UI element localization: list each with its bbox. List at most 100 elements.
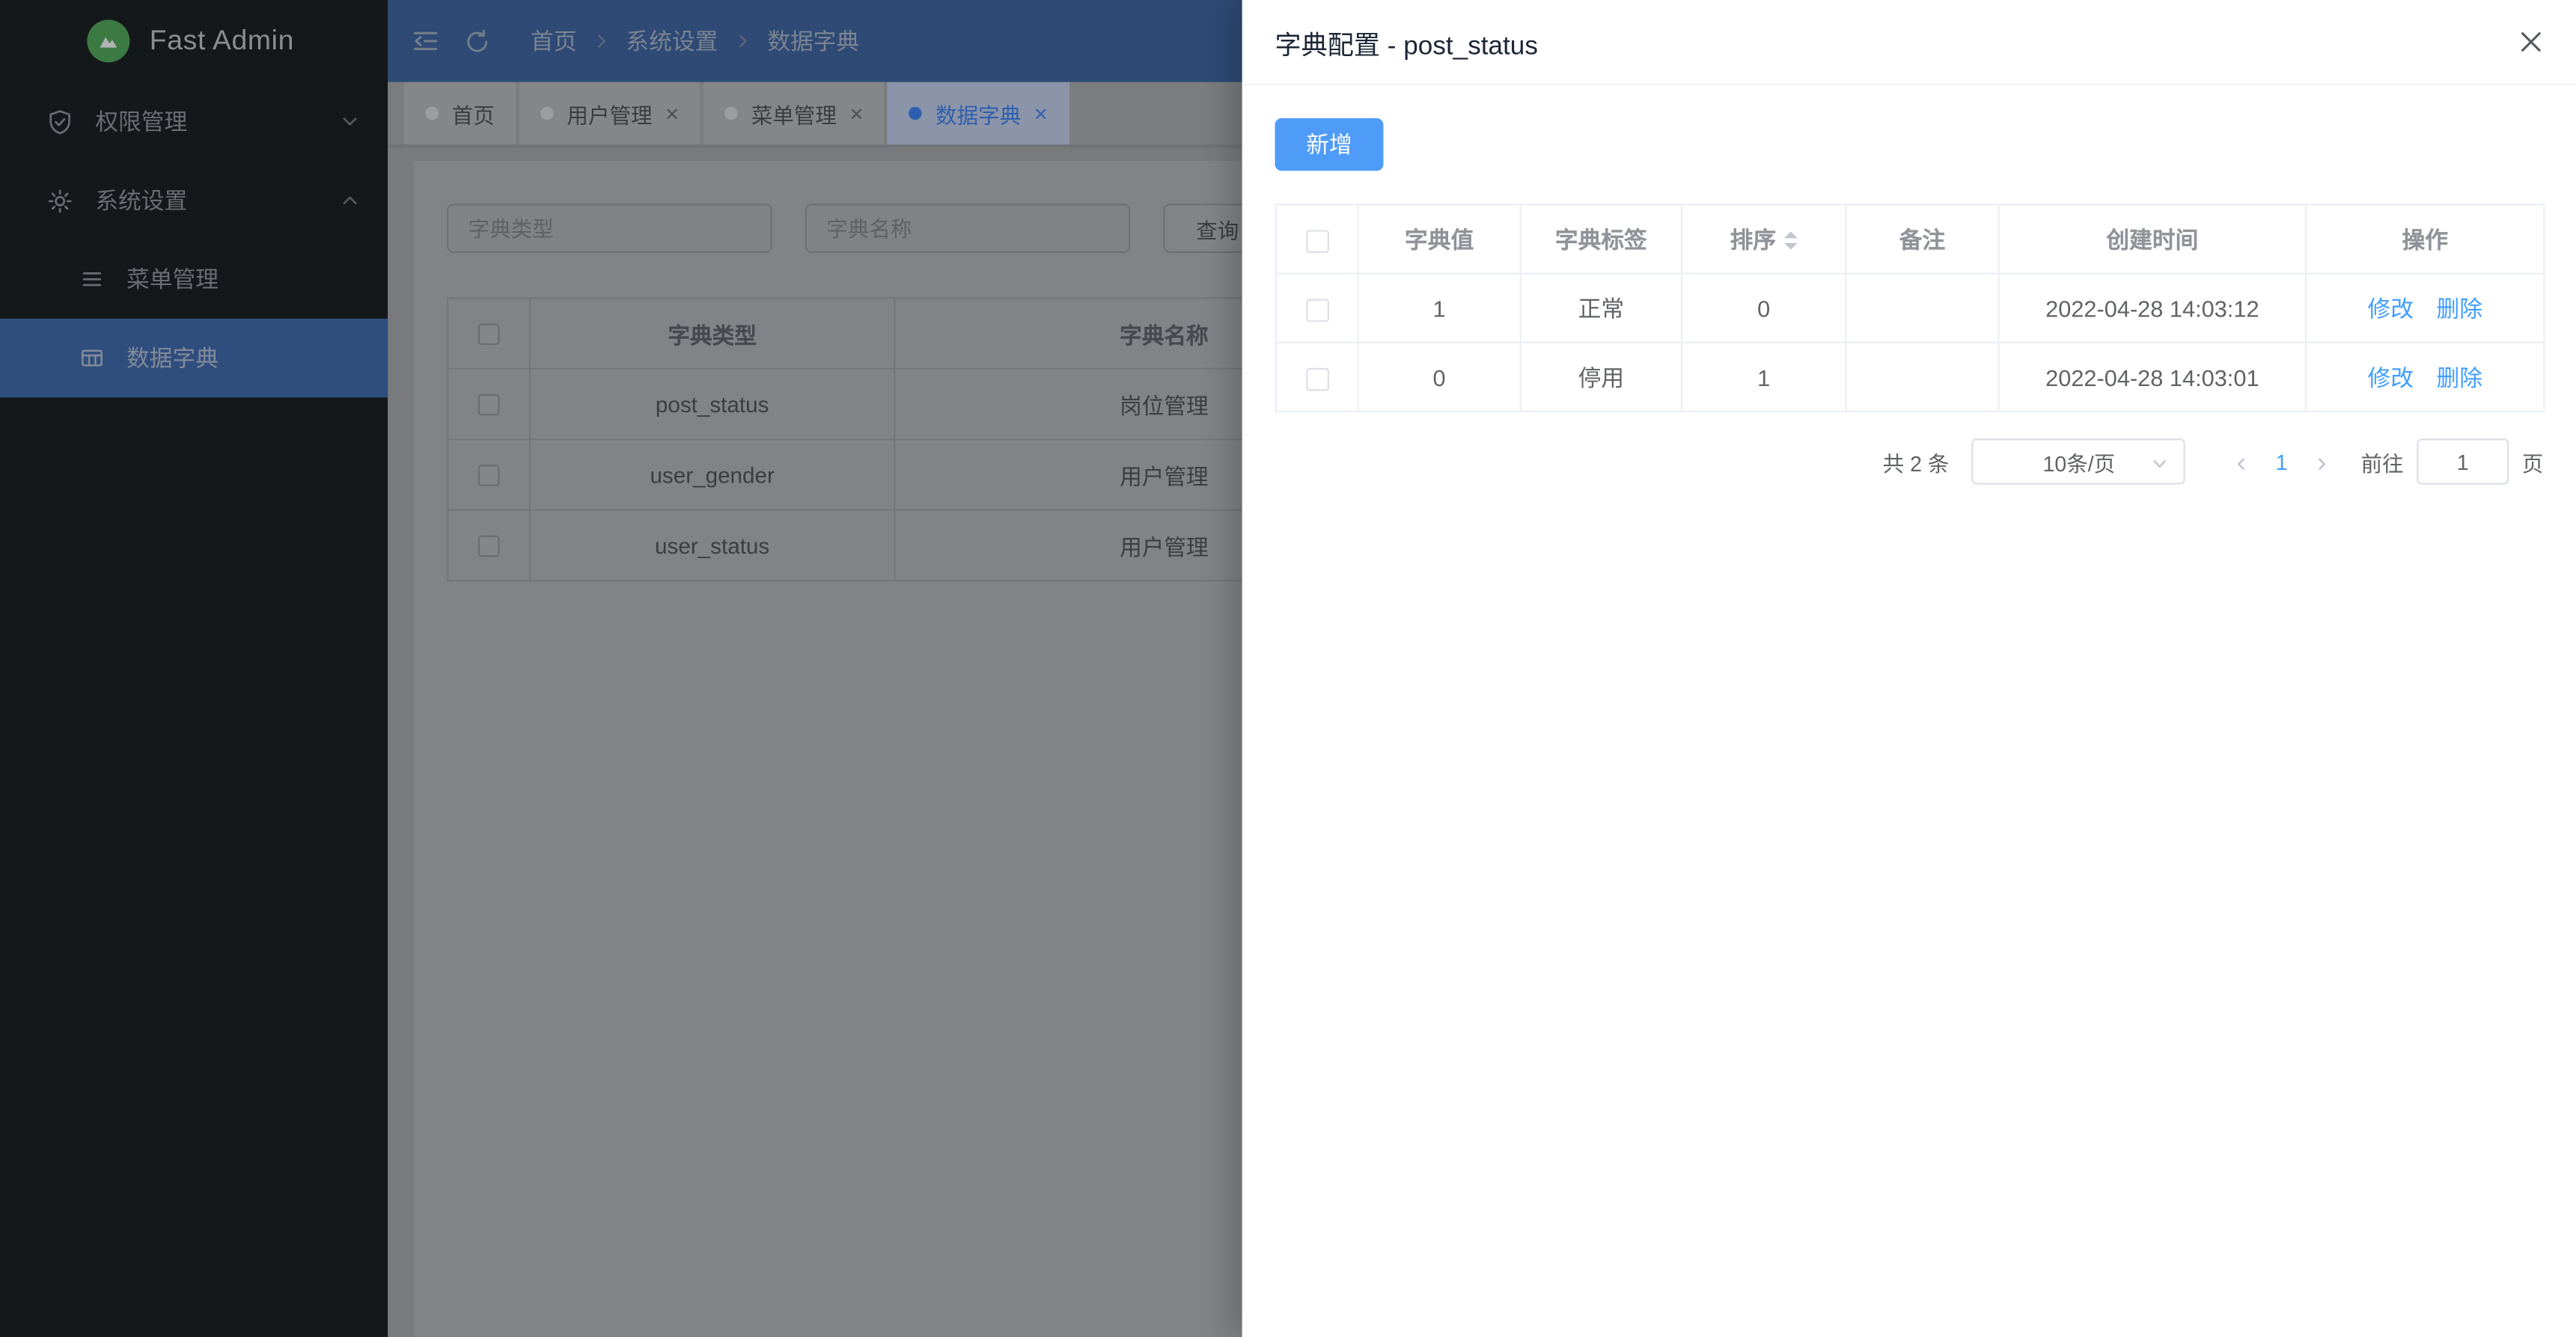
page: Fast Admin 权限管理 系统设置 菜单管理 数据字典 (0, 0, 2576, 1337)
column-header-sortable[interactable]: 排序 (1682, 204, 1846, 273)
sort-cell: 0 (1682, 274, 1846, 343)
dict-value-cell: 0 (1358, 343, 1520, 411)
tab-close-icon[interactable]: × (1034, 102, 1048, 125)
add-button[interactable]: 新增 (1275, 118, 1384, 171)
app-title: Fast Admin (150, 25, 294, 58)
sidebar: Fast Admin 权限管理 系统设置 菜单管理 数据字典 (0, 0, 388, 1337)
table-header-row: 字典值 字典标签 排序 备注 创建时间 操作 (1276, 204, 2545, 273)
remark-cell (1846, 274, 1998, 343)
row-checkbox[interactable] (478, 395, 500, 417)
column-header: 创建时间 (1999, 204, 2307, 273)
dict-type-cell: user_gender (530, 439, 894, 510)
dict-value-cell: 1 (1358, 274, 1520, 343)
pagination: 共 2 条 10条/页 ‹ 1 › 前往 页 (1275, 438, 2544, 484)
chevron-down-icon (2152, 455, 2170, 473)
refresh-icon (463, 27, 491, 55)
tab-menu-management[interactable]: 菜单管理 × (703, 82, 885, 144)
grid-icon (79, 345, 105, 371)
tab-home[interactable]: 首页 (404, 82, 516, 144)
page-size-select[interactable]: 10条/页 (1972, 438, 2185, 484)
select-all-checkbox[interactable] (478, 324, 500, 346)
sidebar-item-label: 系统设置 (95, 184, 338, 217)
dict-name-input[interactable] (805, 204, 1131, 253)
sidebar-item-label: 权限管理 (95, 105, 338, 138)
tab-close-icon[interactable]: × (665, 102, 679, 125)
row-checkbox[interactable] (1305, 367, 1328, 391)
tab-user-management[interactable]: 用户管理 × (519, 82, 701, 144)
row-checkbox[interactable] (478, 536, 500, 558)
actions-cell: 修改 删除 (2306, 343, 2544, 411)
drawer-close-button[interactable] (2518, 30, 2543, 55)
breadcrumb-item-home[interactable]: 首页 (531, 25, 576, 58)
edit-link[interactable]: 修改 (2368, 295, 2414, 321)
tab-data-dictionary[interactable]: 数据字典 × (888, 82, 1069, 144)
delete-link[interactable]: 删除 (2436, 295, 2482, 321)
breadcrumb-item-system-settings[interactable]: 系统设置 (626, 25, 718, 58)
page-number-current[interactable]: 1 (2261, 449, 2302, 474)
goto-page-input[interactable] (2417, 438, 2509, 484)
shield-check-icon (46, 108, 73, 135)
column-header: 字典标签 (1521, 204, 1682, 273)
list-icon (79, 266, 105, 293)
edit-link[interactable]: 修改 (2368, 364, 2414, 390)
chevron-down-icon (338, 110, 361, 133)
row-checkbox[interactable] (478, 465, 500, 487)
sort-cell: 1 (1682, 343, 1846, 411)
collapse-sidebar-icon (411, 26, 441, 56)
created-at-cell: 2022-04-28 14:03:12 (1999, 274, 2307, 343)
sidebar-item-label: 菜单管理 (126, 263, 361, 296)
sidebar-item-label: 数据字典 (126, 342, 361, 375)
table-row[interactable]: 0 停用 1 2022-04-28 14:03:01 修改 删除 (1276, 343, 2545, 411)
actions-cell: 修改 删除 (2306, 274, 2544, 343)
pagination-total: 共 2 条 (1883, 446, 1950, 477)
column-header: 字典值 (1358, 204, 1520, 273)
dict-label-cell: 停用 (1521, 343, 1682, 411)
row-checkbox[interactable] (1305, 299, 1328, 322)
dict-type-input[interactable] (447, 204, 772, 253)
dict-entries-table: 字典值 字典标签 排序 备注 创建时间 操作 1 正常 0 (1275, 204, 2545, 412)
tab-label: 菜单管理 (751, 98, 837, 129)
dict-config-drawer: 字典配置 - post_status 新增 字典值 字典标签 排序 备注 (1242, 0, 2576, 1337)
tab-dot-icon (909, 107, 923, 120)
close-icon (2518, 30, 2543, 55)
app-logo: Fast Admin (0, 0, 388, 82)
breadcrumb-item-data-dictionary: 数据字典 (767, 25, 859, 58)
gear-icon (46, 186, 73, 214)
select-all-checkbox[interactable] (1305, 230, 1328, 253)
tab-dot-icon (426, 107, 439, 120)
remark-cell (1846, 343, 1998, 411)
drawer-title: 字典配置 - post_status (1275, 22, 1538, 62)
breadcrumb: 首页 系统设置 数据字典 (531, 25, 859, 58)
chevron-right-icon (733, 31, 752, 51)
sort-carets-icon[interactable] (1784, 232, 1798, 250)
drawer-body: 新增 字典值 字典标签 排序 备注 创建时间 操作 (1242, 85, 2576, 517)
next-page-button[interactable]: › (2302, 447, 2341, 475)
table-row[interactable]: 1 正常 0 2022-04-28 14:03:12 修改 删除 (1276, 274, 2545, 343)
column-header: 字典类型 (530, 298, 894, 368)
page-unit-label: 页 (2522, 446, 2544, 477)
chevron-up-icon (338, 189, 361, 212)
collapse-sidebar-button[interactable] (411, 26, 441, 56)
goto-label: 前往 (2361, 446, 2404, 477)
dict-type-cell: user_status (530, 510, 894, 581)
prev-page-button[interactable]: ‹ (2222, 447, 2261, 475)
drawer-header: 字典配置 - post_status (1242, 0, 2576, 85)
column-header-label: 排序 (1730, 226, 1776, 252)
tab-close-icon[interactable]: × (849, 102, 863, 125)
column-header: 备注 (1846, 204, 1998, 273)
refresh-button[interactable] (463, 27, 491, 55)
sidebar-item-system-settings[interactable]: 系统设置 (0, 161, 388, 239)
delete-link[interactable]: 删除 (2436, 364, 2482, 390)
tab-label: 用户管理 (567, 98, 652, 129)
tab-dot-icon (725, 107, 739, 120)
sidebar-item-data-dictionary[interactable]: 数据字典 (0, 319, 388, 397)
created-at-cell: 2022-04-28 14:03:01 (1999, 343, 2307, 411)
sidebar-item-permission[interactable]: 权限管理 (0, 82, 388, 161)
sidebar-item-menu-management[interactable]: 菜单管理 (0, 240, 388, 319)
chevron-right-icon (591, 31, 611, 51)
tab-label: 数据字典 (936, 98, 1021, 129)
tab-dot-icon (540, 107, 554, 120)
logo-mountain-icon (87, 19, 129, 62)
dict-type-cell: post_status (530, 369, 894, 439)
dict-label-cell: 正常 (1521, 274, 1682, 343)
